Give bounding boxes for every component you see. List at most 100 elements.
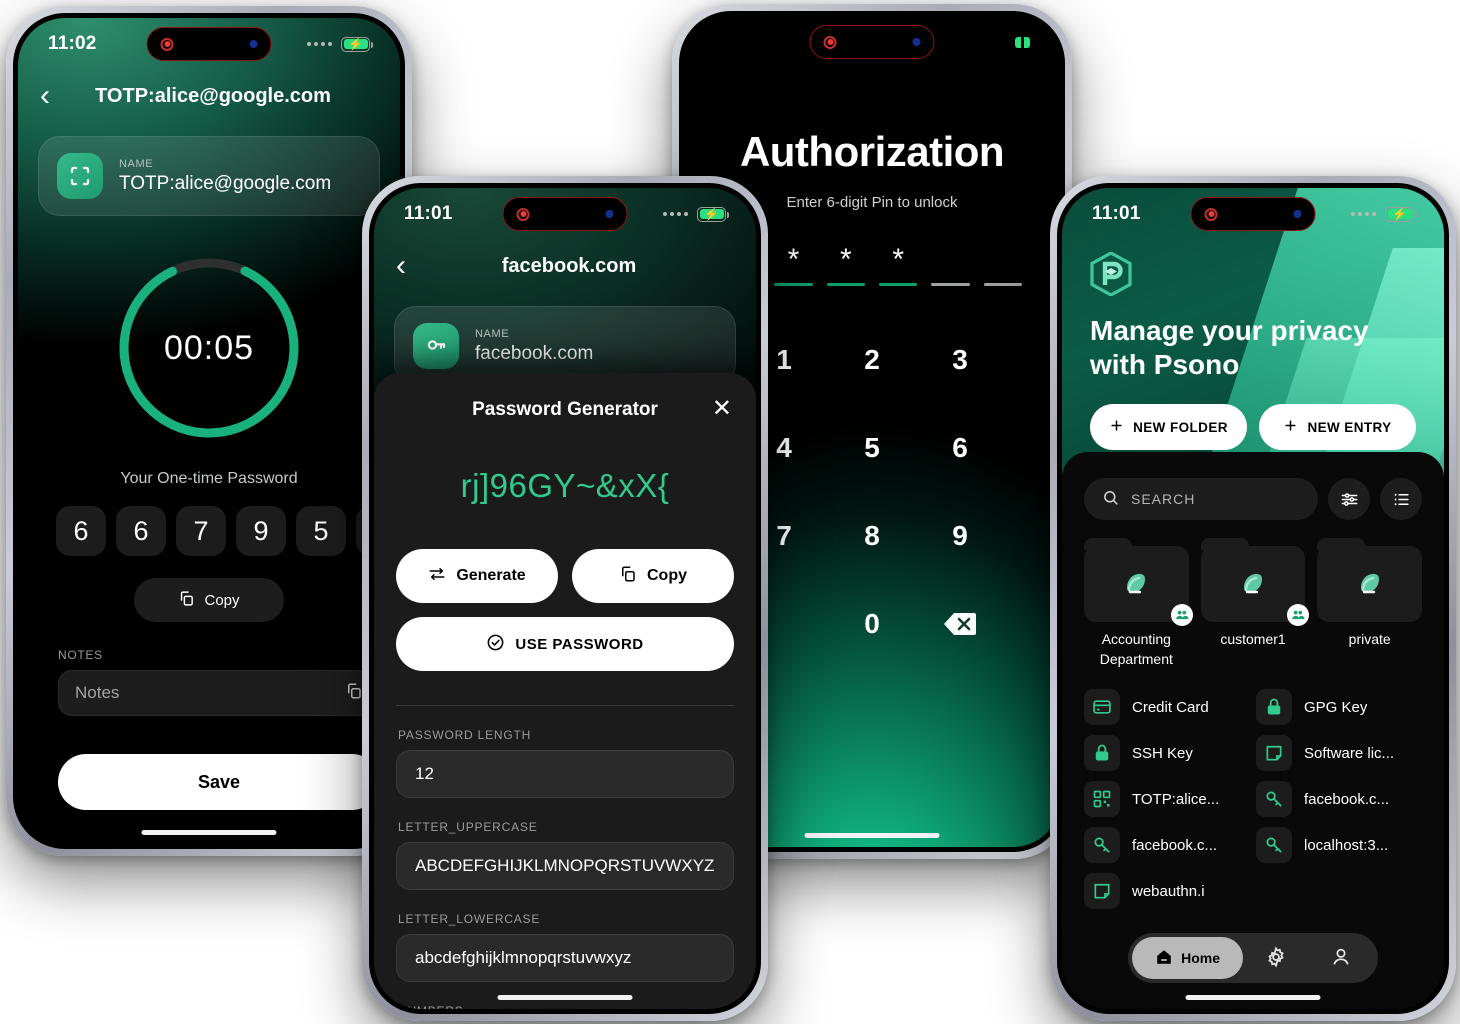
otp-digit: 6 [116, 506, 166, 556]
save-button[interactable]: Save [58, 754, 380, 810]
copy-otp-button[interactable]: Copy [134, 578, 284, 622]
phone2-background-content: ‹ facebook.com NAME facebook.com [374, 240, 756, 386]
phone1-bezel: 11:02 ⚡ ‹ TOTP:alice@google.com NAME TOT… [13, 13, 405, 849]
tab-home[interactable]: Home [1132, 937, 1244, 979]
letter-uppercase-input[interactable]: ABCDEFGHIJKLMNOPQRSTUVWXYZ [396, 842, 734, 890]
timer-value: 00:05 [163, 328, 255, 367]
pin-mask: * [892, 243, 904, 276]
status-right-cluster: ⚡ [663, 206, 729, 222]
battery-charging-icon: ⚡ [341, 36, 373, 52]
entry-item[interactable]: localhost:3... [1256, 827, 1422, 864]
note-icon [1256, 735, 1292, 772]
folder-icon [1200, 538, 1310, 626]
backspace-icon[interactable] [916, 596, 1004, 652]
hero-title: Manage your privacy with Psono [1090, 314, 1416, 382]
folder-name: private [1348, 631, 1391, 647]
name-card-text: NAME TOTP:alice@google.com [119, 158, 331, 195]
use-password-label: USE PASSWORD [515, 635, 644, 653]
person-icon [1330, 946, 1352, 971]
phone1-status-bar: 11:02 ⚡ [18, 18, 400, 70]
phone-totp-detail: 11:02 ⚡ ‹ TOTP:alice@google.com NAME TOT… [6, 6, 412, 856]
dynamic-island [809, 25, 935, 59]
qr-scan-icon [57, 153, 103, 199]
psono-logo-icon [1090, 251, 1132, 297]
entry-item[interactable]: Credit Card [1084, 689, 1250, 726]
keypad-key-8[interactable]: 8 [828, 508, 916, 564]
entry-label: Software lic... [1304, 744, 1395, 762]
entry-item[interactable]: GPG Key [1256, 689, 1422, 726]
entry-label: webauthn.i [1132, 882, 1205, 900]
pin-slot: * [774, 243, 813, 286]
key-icon [1084, 827, 1120, 864]
close-icon[interactable]: ✕ [712, 397, 732, 421]
pin-slot: * [983, 243, 1022, 286]
entry-item[interactable]: facebook.c... [1256, 781, 1422, 818]
keypad-key-9[interactable]: 9 [916, 508, 1004, 564]
face-id-sensor-icon [249, 40, 258, 48]
tab-settings[interactable] [1243, 937, 1308, 979]
name-card[interactable]: NAME TOTP:alice@google.com [38, 136, 380, 216]
phone1-content: ‹ TOTP:alice@google.com NAME TOTP:alice@… [18, 70, 400, 810]
letter-uppercase-label: LETTER_UPPERCASE [398, 820, 538, 834]
filter-sliders-icon[interactable] [1328, 478, 1370, 520]
folder-name: customer1 [1220, 631, 1286, 647]
letter-lowercase-input[interactable]: abcdefghijklmnopqrstuvwxyz [396, 934, 734, 982]
notes-field[interactable]: Notes [58, 670, 380, 716]
keypad-key-3[interactable]: 3 [916, 332, 1004, 388]
phone2-status-bar: 11:01 ⚡ [374, 188, 756, 240]
copy-icon [619, 565, 637, 588]
keypad-key-5[interactable]: 5 [828, 420, 916, 476]
folder-item[interactable]: private [1317, 538, 1423, 669]
pin-mask: * [931, 243, 969, 277]
entry-item[interactable]: Software lic... [1256, 735, 1422, 772]
note-icon [1084, 873, 1120, 910]
phone2-nav-bar: ‹ facebook.com [374, 240, 756, 290]
dynamic-island [146, 27, 272, 61]
hero-title-line2: with Psono [1090, 349, 1240, 381]
page-title: facebook.com [501, 254, 637, 277]
phone-password-generator: 11:01 ⚡ ‹ facebook.com NAME facebook.com… [362, 176, 768, 1021]
pin-underline [879, 283, 918, 286]
phone2-screen: 11:01 ⚡ ‹ facebook.com NAME facebook.com… [374, 188, 756, 1009]
entry-label: localhost:3... [1304, 836, 1389, 854]
dynamic-island [502, 197, 628, 231]
otp-digit: 7 [176, 506, 226, 556]
signal-dots-icon [1351, 212, 1376, 216]
folder-item[interactable]: Accounting Department [1084, 538, 1193, 669]
dynamic-island [1190, 197, 1316, 231]
tab-profile[interactable] [1309, 937, 1374, 979]
entry-item[interactable]: TOTP:alice... [1084, 781, 1250, 818]
copy-label: Copy [647, 567, 687, 584]
numbers-label: NUMBERS [398, 1004, 734, 1009]
search-input[interactable]: SEARCH [1084, 478, 1318, 520]
dashboard-hero: 11:01 ⚡ Manage your privacy with Psono N… [1062, 188, 1444, 478]
pin-underline [983, 283, 1022, 286]
screenshot-canvas: 11:02 ⚡ ‹ TOTP:alice@google.com NAME TOT… [0, 0, 1460, 1024]
password-length-input[interactable]: 12 [396, 750, 734, 798]
list-view-icon[interactable] [1380, 478, 1422, 520]
keypad-key-0[interactable]: 0 [828, 596, 916, 652]
generate-button[interactable]: Generate [396, 549, 558, 603]
name-label: NAME [119, 157, 154, 170]
sheet-title: Password Generator [472, 399, 658, 420]
folder-item[interactable]: customer1 [1200, 538, 1310, 669]
keypad-key-6[interactable]: 6 [916, 420, 1004, 476]
phone4-status-bar: 11:01 ⚡ [1062, 188, 1444, 240]
face-id-sensor-icon [605, 210, 614, 218]
phone2-bezel: 11:01 ⚡ ‹ facebook.com NAME facebook.com… [369, 183, 761, 1014]
copy-button[interactable]: Copy [572, 549, 734, 603]
new-entry-button[interactable]: NEW ENTRY [1259, 404, 1416, 451]
entry-item[interactable]: SSH Key [1084, 735, 1250, 772]
pin-mask: * [839, 243, 852, 276]
use-password-button[interactable]: USE PASSWORD [396, 617, 734, 671]
status-time: 11:02 [48, 33, 97, 54]
copy-button-label: Copy [204, 591, 240, 609]
entry-item[interactable]: webauthn.i [1084, 873, 1250, 910]
dashboard-body: SEARCH Accounting Department customer1 p… [1062, 452, 1444, 1009]
new-folder-button[interactable]: NEW FOLDER [1090, 404, 1247, 451]
entry-item[interactable]: facebook.c... [1084, 827, 1250, 864]
keypad-key-2[interactable]: 2 [828, 332, 916, 388]
copy-icon[interactable] [345, 682, 363, 705]
signal-dots-icon [663, 212, 688, 216]
entry-label: SSH Key [1132, 744, 1193, 762]
